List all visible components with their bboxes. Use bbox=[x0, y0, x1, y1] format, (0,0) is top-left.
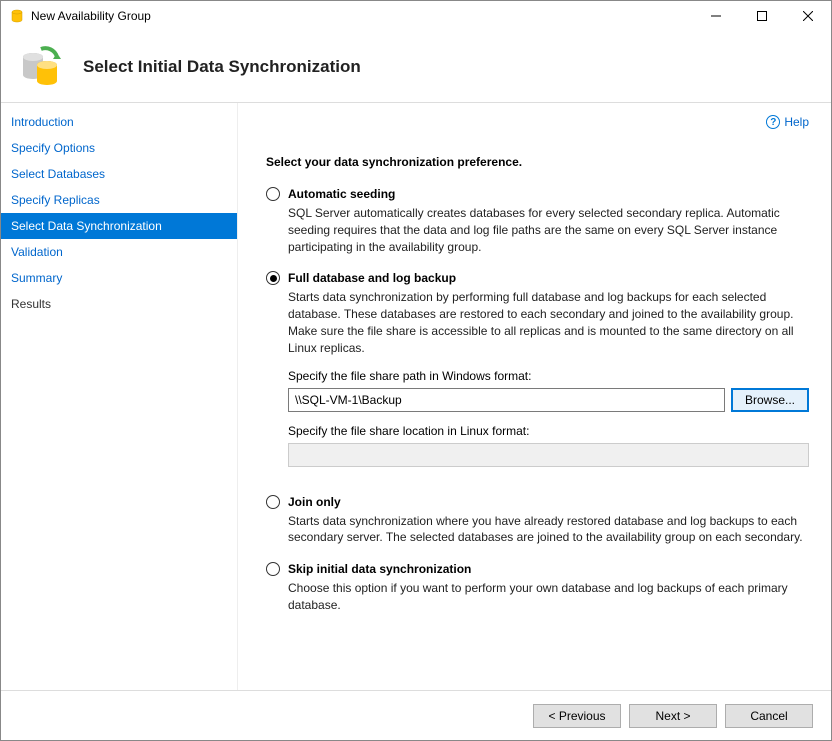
sidebar-item-validation[interactable]: Validation bbox=[1, 239, 237, 265]
windows-path-input[interactable] bbox=[288, 388, 725, 412]
wizard-header: Select Initial Data Synchronization bbox=[1, 31, 831, 103]
desc-full-backup: Starts data synchronization by performin… bbox=[288, 289, 809, 356]
minimize-button[interactable] bbox=[693, 1, 739, 31]
sync-preference-prompt: Select your data synchronization prefere… bbox=[266, 155, 809, 169]
sidebar-item-select-data-synchronization[interactable]: Select Data Synchronization bbox=[1, 213, 237, 239]
label-join-only: Join only bbox=[288, 495, 341, 509]
wizard-window: New Availability Group bbox=[0, 0, 832, 741]
help-row: ? Help bbox=[266, 115, 809, 129]
browse-button[interactable]: Browse... bbox=[731, 388, 809, 412]
maximize-button[interactable] bbox=[739, 1, 785, 31]
option-join-only: Join only Starts data synchronization wh… bbox=[266, 495, 809, 547]
option-header-skip[interactable]: Skip initial data synchronization bbox=[266, 562, 809, 576]
sidebar-item-summary[interactable]: Summary bbox=[1, 265, 237, 291]
radio-automatic-seeding[interactable] bbox=[266, 187, 280, 201]
windows-path-row: Browse... bbox=[288, 388, 809, 412]
option-header-full[interactable]: Full database and log backup bbox=[266, 271, 809, 285]
sidebar-item-introduction[interactable]: Introduction bbox=[1, 109, 237, 135]
sidebar-item-select-databases[interactable]: Select Databases bbox=[1, 161, 237, 187]
cancel-button[interactable]: Cancel bbox=[725, 704, 813, 728]
linux-path-row bbox=[288, 443, 809, 467]
wizard-steps-sidebar: Introduction Specify Options Select Data… bbox=[1, 103, 238, 690]
page-title: Select Initial Data Synchronization bbox=[83, 57, 361, 77]
sidebar-item-specify-options[interactable]: Specify Options bbox=[1, 135, 237, 161]
window-title: New Availability Group bbox=[31, 9, 693, 23]
linux-path-input bbox=[288, 443, 809, 467]
option-header-join[interactable]: Join only bbox=[266, 495, 809, 509]
desc-skip-sync: Choose this option if you want to perfor… bbox=[288, 580, 809, 614]
app-icon bbox=[9, 8, 25, 24]
radio-full-backup[interactable] bbox=[266, 271, 280, 285]
option-header-automatic[interactable]: Automatic seeding bbox=[266, 187, 809, 201]
sidebar-item-results[interactable]: Results bbox=[1, 291, 237, 317]
wizard-body: Introduction Specify Options Select Data… bbox=[1, 103, 831, 690]
previous-button[interactable]: < Previous bbox=[533, 704, 621, 728]
titlebar: New Availability Group bbox=[1, 1, 831, 31]
radio-join-only[interactable] bbox=[266, 495, 280, 509]
next-button[interactable]: Next > bbox=[629, 704, 717, 728]
option-automatic-seeding: Automatic seeding SQL Server automatical… bbox=[266, 187, 809, 255]
label-full-backup: Full database and log backup bbox=[288, 271, 456, 285]
option-skip-sync: Skip initial data synchronization Choose… bbox=[266, 562, 809, 614]
wizard-footer: < Previous Next > Cancel bbox=[1, 690, 831, 740]
desc-automatic-seeding: SQL Server automatically creates databas… bbox=[288, 205, 809, 255]
help-link[interactable]: ? Help bbox=[766, 115, 809, 129]
database-sync-icon bbox=[17, 43, 65, 91]
help-icon: ? bbox=[766, 115, 780, 129]
linux-path-label: Specify the file share location in Linux… bbox=[288, 424, 809, 438]
option-full-backup: Full database and log backup Starts data… bbox=[266, 271, 809, 478]
sidebar-item-specify-replicas[interactable]: Specify Replicas bbox=[1, 187, 237, 213]
desc-join-only: Starts data synchronization where you ha… bbox=[288, 513, 809, 547]
windows-path-label: Specify the file share path in Windows f… bbox=[288, 369, 809, 383]
wizard-content: ? Help Select your data synchronization … bbox=[238, 103, 831, 690]
label-automatic-seeding: Automatic seeding bbox=[288, 187, 395, 201]
radio-skip-sync[interactable] bbox=[266, 562, 280, 576]
label-skip-sync: Skip initial data synchronization bbox=[288, 562, 471, 576]
close-button[interactable] bbox=[785, 1, 831, 31]
window-controls bbox=[693, 1, 831, 31]
help-label: Help bbox=[784, 115, 809, 129]
